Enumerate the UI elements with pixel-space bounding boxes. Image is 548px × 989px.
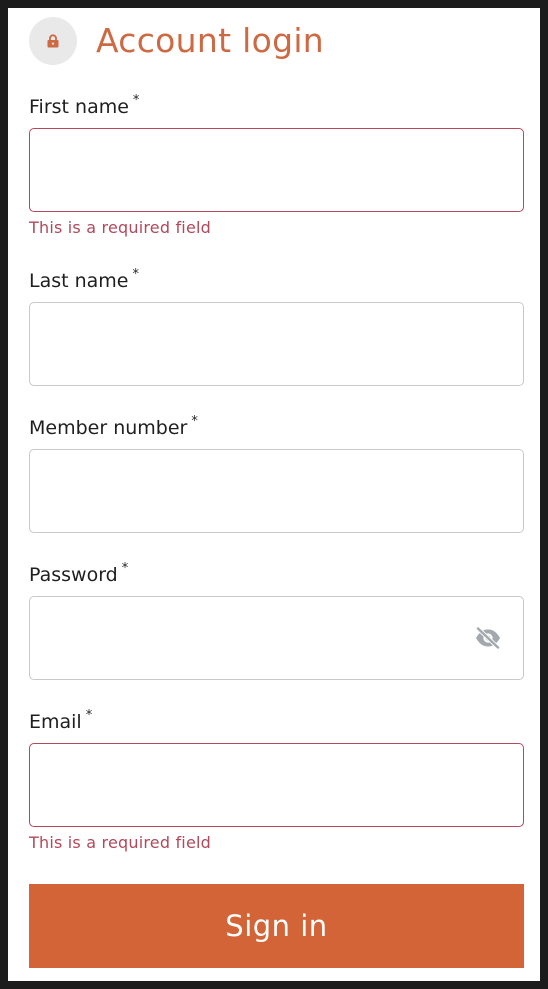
password-label-text: Password bbox=[29, 564, 118, 586]
sign-in-button[interactable]: Sign in bbox=[29, 884, 524, 968]
last-name-group: Last name * bbox=[29, 267, 524, 388]
first-name-label: First name * bbox=[29, 93, 524, 120]
member-number-label-text: Member number bbox=[29, 417, 188, 439]
login-form: Account login First name * This is a requ… bbox=[8, 8, 540, 981]
email-error: This is a required field bbox=[29, 833, 211, 852]
email-input[interactable] bbox=[44, 744, 468, 826]
email-label-text: Email bbox=[29, 711, 82, 733]
last-name-input[interactable] bbox=[44, 303, 468, 385]
last-name-label-text: Last name bbox=[29, 270, 129, 292]
lock-badge bbox=[29, 17, 77, 65]
last-name-field[interactable] bbox=[29, 302, 524, 386]
form-header: Account login bbox=[29, 17, 324, 65]
first-name-error: This is a required field bbox=[29, 218, 211, 237]
required-marker: * bbox=[132, 267, 140, 282]
first-name-input[interactable] bbox=[44, 129, 468, 211]
email-label: Email * bbox=[29, 708, 524, 735]
lock-icon bbox=[47, 34, 59, 48]
member-number-input[interactable] bbox=[44, 450, 468, 532]
last-name-label: Last name * bbox=[29, 267, 524, 294]
required-marker: * bbox=[191, 414, 198, 429]
first-name-group: First name * This is a required field bbox=[29, 93, 524, 244]
first-name-label-text: First name bbox=[29, 96, 129, 118]
password-group: Password * bbox=[29, 561, 524, 682]
member-number-group: Member number * bbox=[29, 414, 524, 535]
password-input[interactable] bbox=[44, 597, 448, 679]
required-marker: * bbox=[132, 93, 140, 108]
member-number-label: Member number * bbox=[29, 414, 524, 441]
email-group: Email * This is a required field bbox=[29, 708, 524, 859]
email-field[interactable] bbox=[29, 743, 524, 827]
page-title: Account login bbox=[96, 21, 325, 60]
required-marker: * bbox=[121, 561, 129, 576]
first-name-field[interactable] bbox=[29, 128, 524, 212]
eye-slash-icon[interactable] bbox=[474, 626, 502, 650]
member-number-field[interactable] bbox=[29, 449, 524, 533]
password-label: Password * bbox=[29, 561, 524, 588]
required-marker: * bbox=[85, 708, 93, 723]
password-field[interactable] bbox=[29, 596, 524, 680]
